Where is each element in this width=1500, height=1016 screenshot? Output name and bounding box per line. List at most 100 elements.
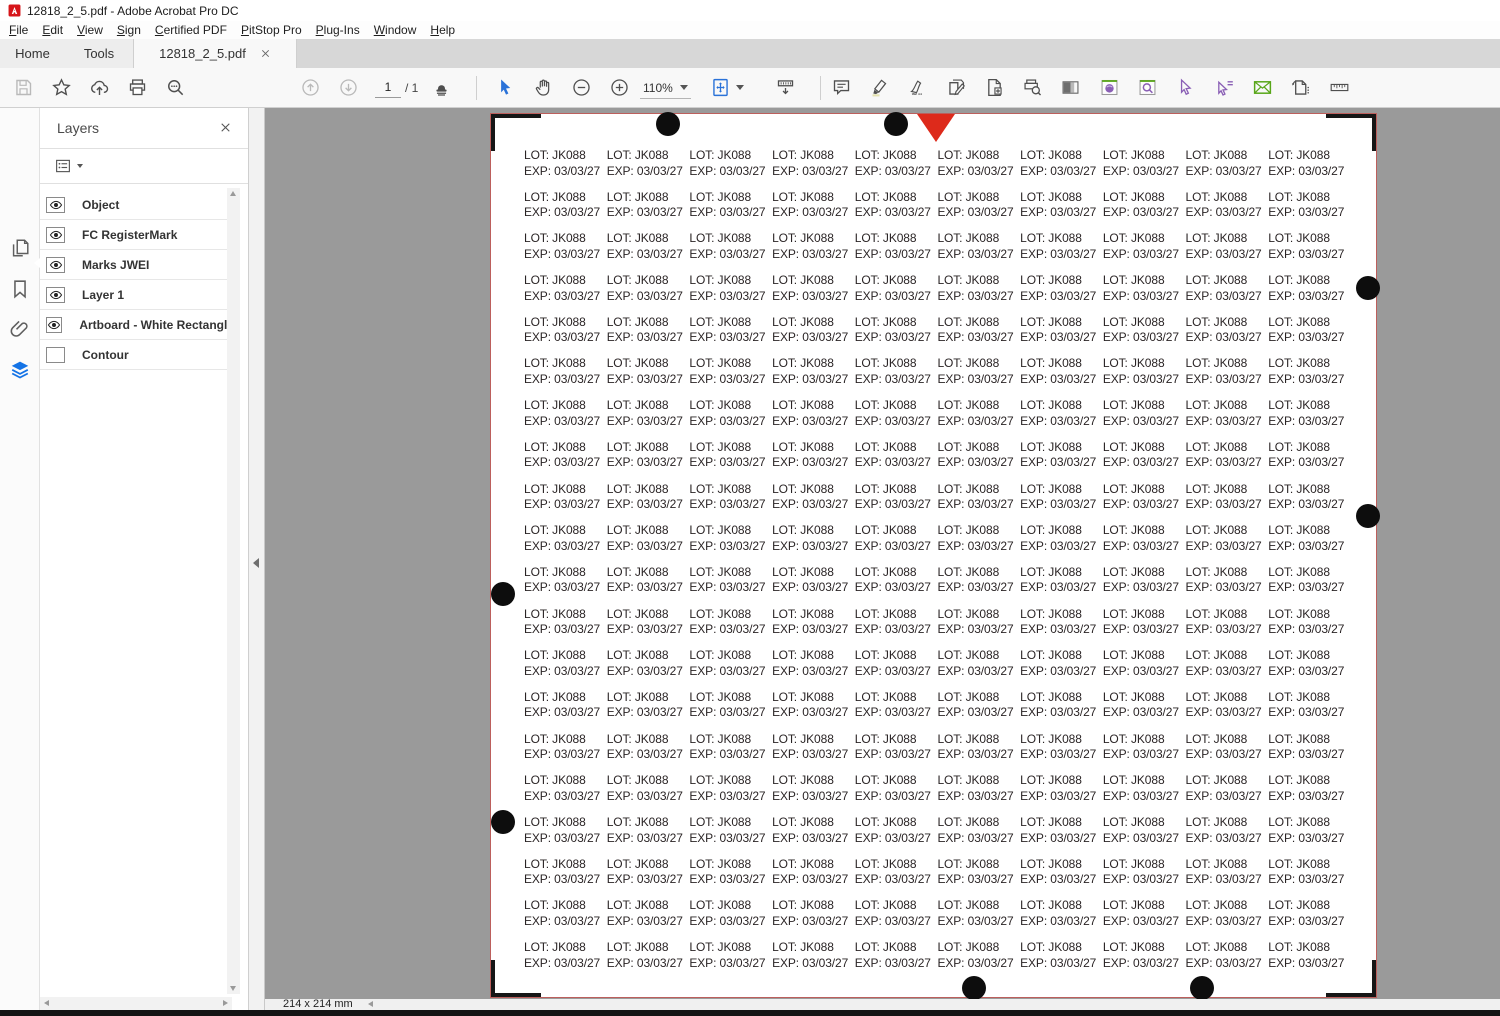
select-arrow-button[interactable] <box>486 68 524 107</box>
scroll-left-icon[interactable] <box>44 1000 49 1006</box>
tab-tools[interactable]: Tools <box>65 39 133 68</box>
label-cell: LOT: JK088 EXP: 03/03/27 <box>1103 687 1186 729</box>
lot-text: LOT: JK088 <box>1102 273 1165 288</box>
tab-document[interactable]: 12818_2_5.pdf <box>133 39 297 68</box>
page-down-button[interactable] <box>329 68 367 107</box>
layer-row[interactable]: Object <box>40 190 234 220</box>
menu-plug-ins[interactable]: Plug-Ins <box>309 23 367 37</box>
output-preview-button[interactable] <box>1052 68 1090 107</box>
scroll-right-icon[interactable] <box>223 1000 228 1006</box>
layer-visibility-eye[interactable] <box>46 316 63 333</box>
layer-row[interactable]: Layer 1 <box>40 280 234 310</box>
lot-text: LOT: JK088 <box>1268 231 1330 246</box>
save-button[interactable] <box>4 68 42 107</box>
menu-window[interactable]: Window <box>367 23 424 37</box>
menu-help[interactable]: Help <box>423 23 462 37</box>
print-button[interactable] <box>118 68 156 107</box>
panel-gutter <box>249 108 265 1010</box>
lot-text: LOT: JK088 <box>1268 648 1330 663</box>
label-cell: LOT: JK088 EXP: 03/03/27 <box>1268 228 1351 270</box>
document-viewport[interactable]: LOT: JK088 EXP: 03/03/27 LOT: JK088 EXP: 03… <box>265 108 1500 999</box>
layer-visibility-eye[interactable] <box>46 196 65 213</box>
pdf-page[interactable]: LOT: JK088 EXP: 03/03/27 LOT: JK088 EXP: 03… <box>490 112 1380 999</box>
exp-text: EXP: 03/03/27 <box>606 663 683 678</box>
scroll-down-icon[interactable] <box>230 986 236 991</box>
close-icon[interactable] <box>260 48 271 59</box>
zoom-level-select[interactable]: 110% <box>640 77 691 99</box>
certified-stamp-button[interactable] <box>422 68 460 107</box>
layer-row[interactable]: Contour <box>40 340 234 370</box>
star-button[interactable] <box>42 68 80 107</box>
highlight-button[interactable] <box>860 68 898 107</box>
eye-icon <box>49 228 63 242</box>
search-button[interactable] <box>156 68 194 107</box>
layer-visibility-eye[interactable] <box>46 256 65 273</box>
zoom-out-button[interactable] <box>562 68 600 107</box>
label-cell: LOT: JK088 EXP: 03/03/27 <box>1103 479 1186 521</box>
pitstop-navigator-button[interactable] <box>1128 68 1166 107</box>
menu-edit[interactable]: Edit <box>35 23 70 37</box>
layers-vertical-scrollbar[interactable] <box>227 188 240 994</box>
pitstop-select-button[interactable] <box>1167 68 1205 107</box>
sidebar-attachments-button[interactable] <box>9 318 31 340</box>
exp-text: EXP: 03/03/27 <box>1185 371 1262 386</box>
layer-visibility-eye[interactable] <box>46 226 65 243</box>
layer-row[interactable]: Artboard - White Rectangle <box>40 310 234 340</box>
hand-button[interactable] <box>524 68 562 107</box>
layers-horizontal-scrollbar[interactable] <box>40 997 232 1010</box>
pitstop-inspector-button[interactable] <box>1090 68 1128 107</box>
page-scroll-button[interactable] <box>766 68 804 107</box>
label-cell: LOT: JK088 EXP: 03/03/27 <box>524 312 607 354</box>
menu-file[interactable]: File <box>2 23 35 37</box>
exp-text: EXP: 03/03/27 <box>1102 705 1179 720</box>
print-search-button[interactable] <box>1013 68 1051 107</box>
menu-pitstop-pro[interactable]: PitStop Pro <box>234 23 309 37</box>
scroll-left-icon[interactable] <box>368 1001 373 1007</box>
exp-text: EXP: 03/03/27 <box>606 788 683 803</box>
label-cell: LOT: JK088 EXP: 03/03/27 <box>1268 312 1351 354</box>
tab-home[interactable]: Home <box>0 39 65 68</box>
ruler-button[interactable] <box>1320 68 1358 107</box>
email-button[interactable] <box>1243 68 1281 107</box>
label-cell: LOT: JK088 EXP: 03/03/27 <box>772 270 855 312</box>
lot-text: LOT: JK088 <box>606 148 669 162</box>
scroll-up-icon[interactable] <box>230 191 236 196</box>
label-cell: LOT: JK088 EXP: 03/03/27 <box>1186 812 1269 854</box>
exp-text: EXP: 03/03/27 <box>524 872 601 887</box>
exp-text: EXP: 03/03/27 <box>772 288 849 303</box>
menu-sign[interactable]: Sign <box>110 23 148 37</box>
layer-visibility-eye[interactable] <box>46 286 65 303</box>
edit-page-button[interactable] <box>937 68 975 107</box>
lot-text: LOT: JK088 <box>689 398 752 413</box>
sidebar-bookmarks-button[interactable] <box>9 278 31 300</box>
label-cell: LOT: JK088 EXP: 03/03/27 <box>607 729 690 771</box>
page-number-input[interactable]: 1 <box>375 78 401 98</box>
label-cell: LOT: JK088 EXP: 03/03/27 <box>1186 937 1269 979</box>
layer-options-button[interactable] <box>54 157 83 175</box>
page-up-button[interactable] <box>291 68 329 107</box>
menu-view[interactable]: View <box>70 23 110 37</box>
label-cell: LOT: JK088 EXP: 03/03/27 <box>937 770 1020 812</box>
layer-row[interactable]: Marks JWEI <box>40 250 234 280</box>
close-icon[interactable] <box>219 121 232 134</box>
label-cell: LOT: JK088 EXP: 03/03/27 <box>1103 562 1186 604</box>
sidebar-layers-button[interactable] <box>9 359 31 381</box>
layer-visibility-empty[interactable] <box>46 346 65 363</box>
sign-pen-button[interactable] <box>899 68 937 107</box>
layer-row[interactable]: FC RegisterMark <box>40 220 234 250</box>
comment-button[interactable] <box>822 68 860 107</box>
add-page-button[interactable] <box>975 68 1013 107</box>
zoom-in-button[interactable] <box>600 68 638 107</box>
label-cell: LOT: JK088 EXP: 03/03/27 <box>855 812 938 854</box>
menu-certified-pdf[interactable]: Certified PDF <box>148 23 234 37</box>
exp-text: EXP: 03/03/27 <box>1020 163 1097 178</box>
exp-text: EXP: 03/03/27 <box>854 622 931 637</box>
fit-page-select[interactable] <box>710 68 744 107</box>
collapse-panel-icon[interactable] <box>253 558 259 568</box>
label-cell: LOT: JK088 EXP: 03/03/27 <box>855 645 938 687</box>
label-cell: LOT: JK088 EXP: 03/03/27 <box>607 312 690 354</box>
page-info-button[interactable] <box>1282 68 1320 107</box>
sidebar-page-thumbnails-button[interactable] <box>9 237 31 259</box>
pitstop-select-similar-button[interactable] <box>1205 68 1243 107</box>
cloud-upload-button[interactable] <box>80 68 118 107</box>
